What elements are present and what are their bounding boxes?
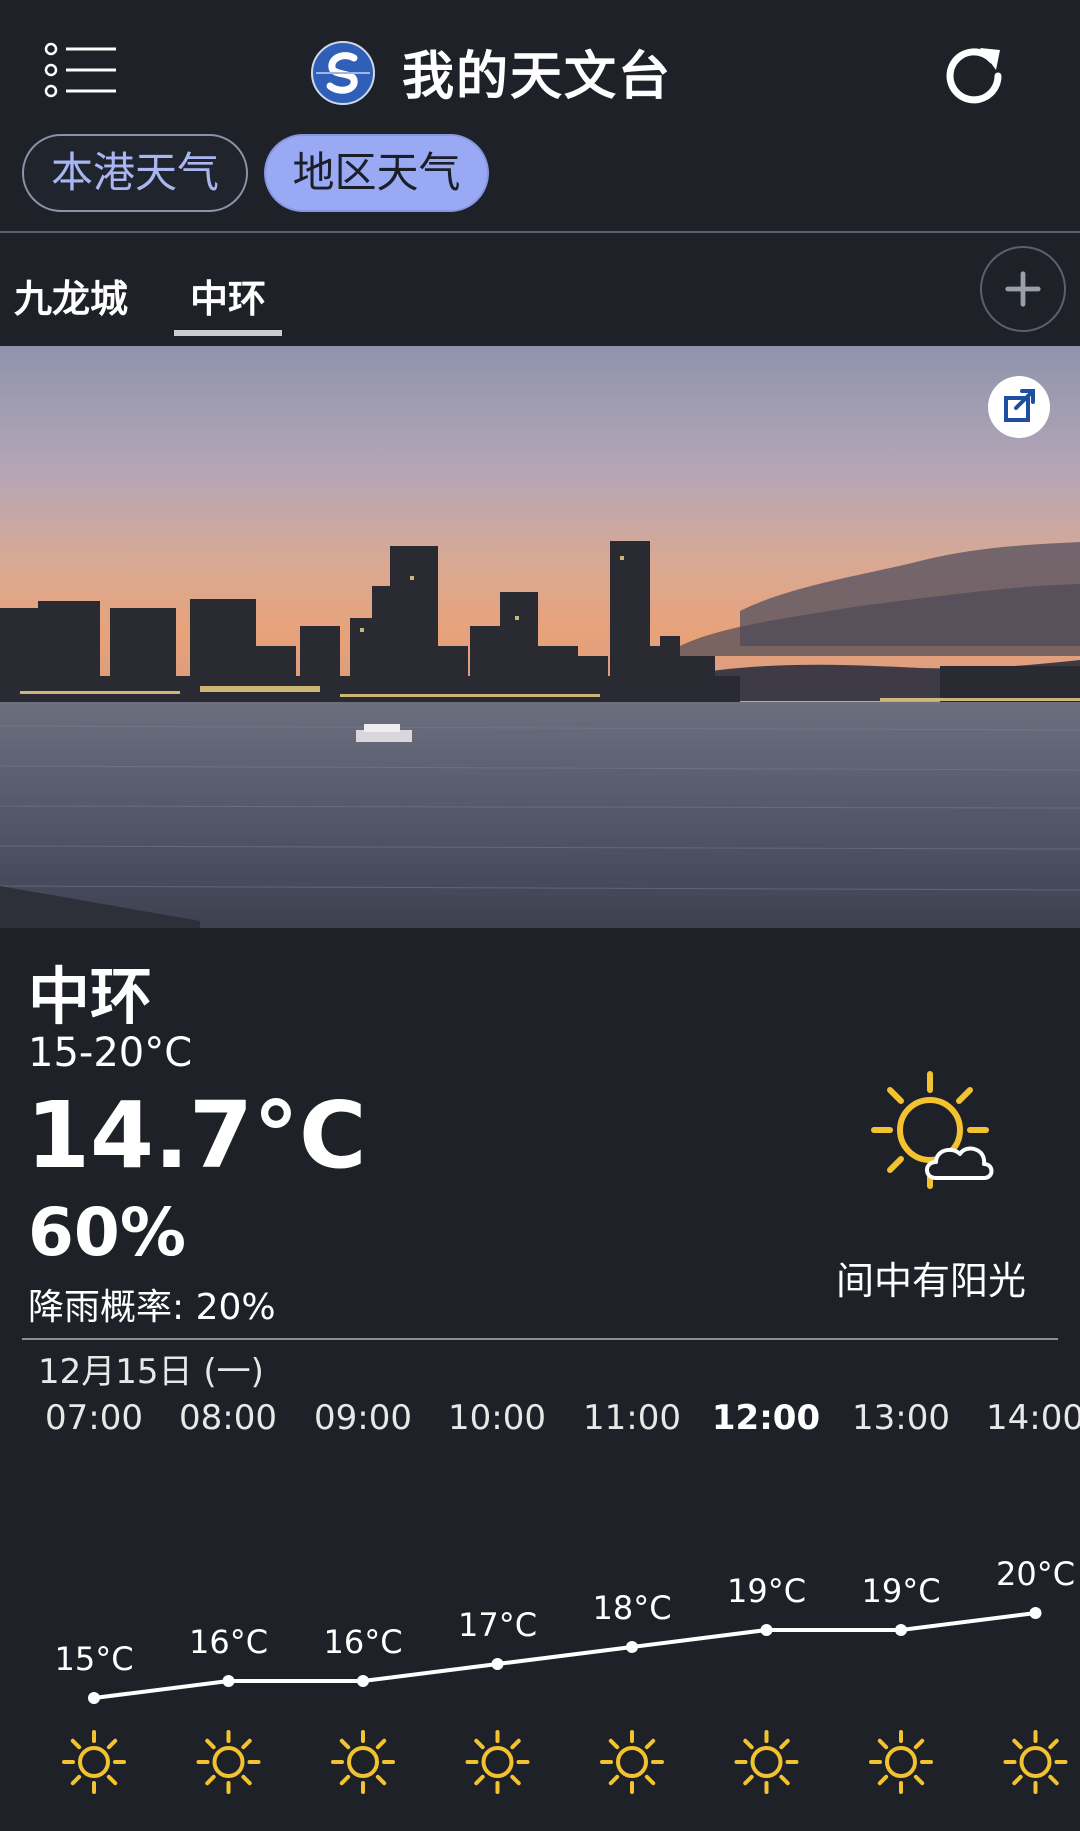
location-tab-central[interactable]: 中环 bbox=[190, 268, 266, 323]
hour-label: 13:00 bbox=[852, 1398, 950, 1438]
temperature-label: 19°C bbox=[861, 1572, 940, 1610]
temperature-point bbox=[491, 1658, 504, 1670]
divider bbox=[22, 1338, 1058, 1340]
relative-humidity: 60% bbox=[28, 1194, 186, 1271]
temperature-point bbox=[222, 1675, 235, 1687]
webcam-image bbox=[0, 346, 1080, 928]
hour-label: 11:00 bbox=[583, 1398, 681, 1438]
sun-icon bbox=[734, 1730, 799, 1794]
location-tab-kowloon-city[interactable]: 九龙城 bbox=[14, 268, 128, 323]
sun-icon bbox=[600, 1730, 664, 1794]
menu-icon[interactable] bbox=[44, 42, 118, 98]
temperature-label: 16°C bbox=[189, 1623, 268, 1661]
sun-icon bbox=[62, 1730, 126, 1794]
temperature-point bbox=[357, 1675, 369, 1687]
temperature-label: 18°C bbox=[592, 1589, 671, 1627]
local-weather-button[interactable]: 本港天气 bbox=[22, 134, 248, 212]
temperature-point bbox=[626, 1641, 638, 1653]
sun-icon bbox=[196, 1730, 261, 1794]
refresh-icon[interactable] bbox=[942, 40, 1006, 104]
hour-label: 10:00 bbox=[448, 1398, 546, 1438]
temperature-point bbox=[895, 1624, 907, 1636]
temperature-point bbox=[760, 1624, 773, 1636]
app-title: 我的天文台 bbox=[402, 47, 673, 107]
temperature-range: 15-20°C bbox=[28, 1030, 193, 1076]
sun-icon bbox=[1003, 1730, 1068, 1794]
sun-icon bbox=[331, 1730, 395, 1794]
temperature-label: 20°C bbox=[996, 1555, 1075, 1593]
temperature-point bbox=[88, 1692, 100, 1704]
rain-probability: 降雨概率: 20% bbox=[28, 1287, 276, 1328]
temperature-label: 15°C bbox=[54, 1640, 133, 1678]
weather-description: 间中有阳光 bbox=[836, 1259, 1027, 1303]
hour-label-active: 12:00 bbox=[711, 1398, 821, 1438]
hour-label: 14:00 bbox=[986, 1398, 1080, 1438]
hour-label: 08:00 bbox=[179, 1398, 277, 1438]
top-bar: 我的天文台 bbox=[0, 0, 1080, 130]
sun-icon bbox=[869, 1730, 933, 1794]
location-name: 中环 bbox=[28, 960, 153, 1033]
current-temperature: 14.7°C bbox=[26, 1082, 367, 1189]
hourly-temperature-chart: 15°C 16°C 16°C 17°C 18°C 19°C 19°C 20°C bbox=[54, 1555, 1075, 1794]
divider bbox=[0, 231, 1080, 233]
sunny-periods-icon bbox=[871, 1071, 994, 1189]
forecast-date: 12月15日 (一) bbox=[38, 1352, 264, 1392]
hko-logo-icon bbox=[311, 41, 375, 105]
add-location-button[interactable] bbox=[980, 246, 1066, 332]
temperature-label: 16°C bbox=[323, 1623, 402, 1661]
temperature-label: 19°C bbox=[727, 1572, 806, 1610]
active-tab-indicator bbox=[174, 330, 282, 336]
temperature-label: 17°C bbox=[458, 1606, 537, 1644]
hour-label: 09:00 bbox=[314, 1398, 412, 1438]
regional-weather-button[interactable]: 地区天气 bbox=[264, 134, 489, 212]
open-external-icon[interactable] bbox=[988, 376, 1050, 438]
hour-label: 07:00 bbox=[45, 1398, 143, 1438]
sun-icon bbox=[465, 1730, 530, 1794]
temperature-point bbox=[1029, 1607, 1042, 1619]
